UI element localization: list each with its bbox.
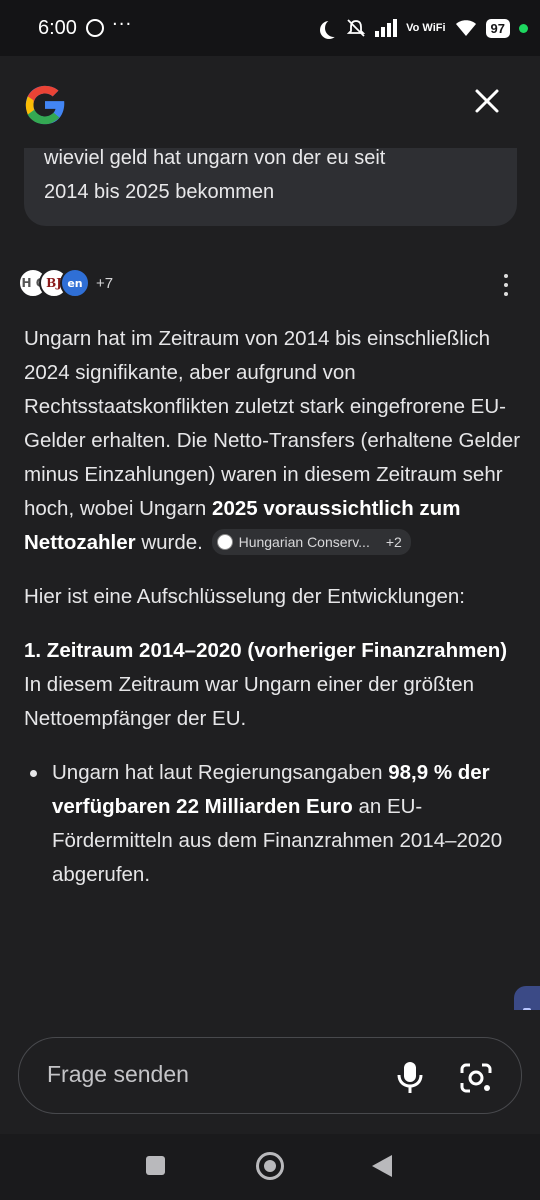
source-icon-en: en: [60, 268, 90, 298]
source-favicons[interactable]: H C BJ en +7: [18, 267, 113, 299]
microphone-icon[interactable]: [395, 1060, 425, 1094]
query-line-1: wieviel geld hat ungarn von der eu seit: [44, 147, 386, 169]
query-line-2: 2014 bis 2025 bekommen: [44, 181, 275, 203]
back-button[interactable]: [372, 1155, 392, 1177]
section-text: In diesem Zeitraum war Ungarn einer der …: [24, 673, 475, 730]
vowifi-label: Vo WiFi: [406, 21, 446, 34]
more-options-icon[interactable]: [502, 274, 510, 296]
privacy-dot: [519, 23, 528, 33]
answer-p1-text: Ungarn hat im Zeitraum von 2014 bis eins…: [24, 327, 521, 520]
source-count: +7: [96, 274, 114, 292]
ask-input-placeholder: Frage senden: [47, 1061, 189, 1087]
google-g-icon: [25, 85, 65, 125]
source-chip-label: Hungarian Conserv...: [238, 533, 370, 550]
answer-paragraph-1: Ungarn hat im Zeitraum von 2014 bis eins…: [24, 322, 524, 560]
source-chip[interactable]: Hungarian Conserv... +2: [211, 528, 411, 555]
wifi-icon: [455, 20, 476, 36]
signal-icon: [375, 19, 398, 37]
status-bar: 6:00 ··· Vo WiFi 97: [0, 0, 540, 56]
source-chip-icon: [216, 533, 233, 550]
app-header: [0, 56, 540, 148]
battery-indicator: 97: [485, 18, 510, 38]
close-icon[interactable]: [472, 86, 502, 116]
section-heading: 1. Zeitraum 2014–2020 (vorheriger Finanz…: [24, 639, 508, 662]
answer-p1-end: wurde.: [135, 531, 203, 554]
do-not-disturb-icon: [325, 19, 343, 37]
answer-content: Ungarn hat im Zeitraum von 2014 bis eins…: [24, 322, 524, 892]
whatsapp-icon: [86, 19, 104, 37]
status-time: 6:00: [38, 17, 77, 39]
muted-bell-icon: [346, 19, 366, 37]
status-icons: Vo WiFi 97: [319, 14, 528, 42]
ask-input[interactable]: Frage senden: [18, 1037, 522, 1114]
bullet-list: Ungarn hat laut Regierungsangaben 98,9 %…: [24, 756, 524, 892]
answer-paragraph-2: Hier ist eine Aufschlüsselung der Entwic…: [24, 585, 465, 608]
recents-button[interactable]: [146, 1156, 165, 1175]
list-item: Ungarn hat laut Regierungsangaben 98,9 %…: [24, 756, 524, 892]
source-chip-count: +2: [385, 533, 402, 550]
home-button[interactable]: [256, 1152, 284, 1180]
query-bubble: wieviel geld hat ungarn von der eu seit …: [24, 147, 517, 226]
google-lens-icon[interactable]: [459, 1062, 493, 1094]
notification-overflow: ···: [112, 14, 133, 35]
system-nav-bar: [0, 1134, 540, 1200]
